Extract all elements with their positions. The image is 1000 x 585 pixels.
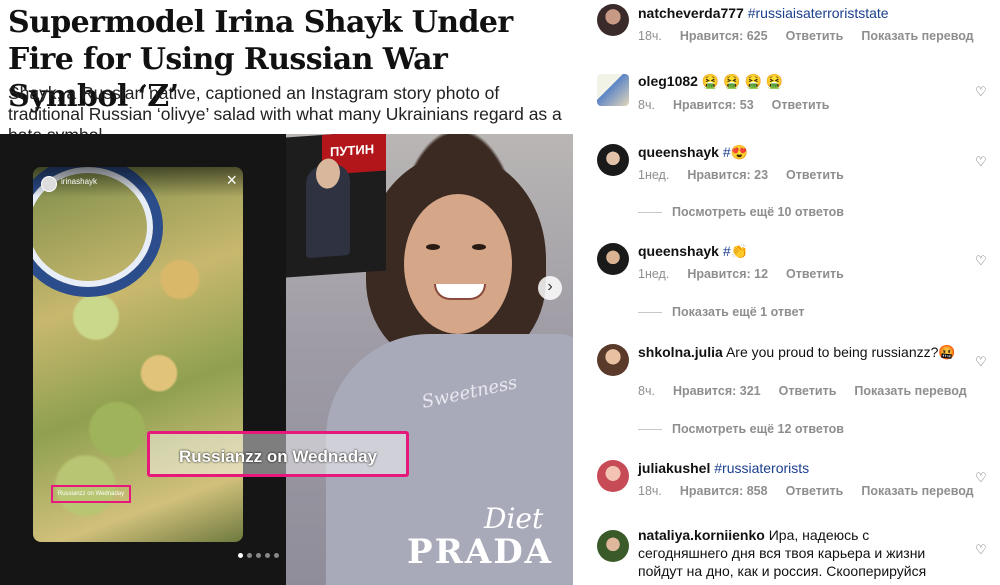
comment-username[interactable]: queenshayk [638,243,719,259]
brand-logo-top: Diet [484,502,544,535]
book-cover: ПУТИН [286,134,386,278]
comment-hashtag[interactable]: #russiaisaterroriststate [748,5,889,21]
face-shape [404,194,512,334]
reply-button[interactable]: Ответить [786,29,844,43]
comment-username[interactable]: juliakushel [638,460,710,476]
reply-divider [638,311,662,313]
eye-left [426,244,440,250]
book-title: ПУТИН [330,141,375,160]
comment-time: 18ч. [638,484,662,498]
view-more-replies-label: Посмотреть ещё 10 ответов [672,205,844,219]
comment-time: 18ч. [638,29,662,43]
reply-button[interactable]: Ответить [786,267,844,281]
heart-outline-icon[interactable]: ♡ [975,542,987,558]
smile-shape [434,284,486,300]
view-more-replies-label: Посмотреть ещё 12 ответов [672,422,844,436]
view-more-replies[interactable]: Посмотреть ещё 10 ответов [638,205,844,219]
heart-outline-icon[interactable]: ♡ [975,154,987,170]
comment-text: natcheverda777 #russiaisaterroriststate [638,4,978,22]
article-panel: Supermodel Irina Shayk Under Fire for Us… [0,0,573,585]
avatar[interactable] [597,344,629,376]
comment-username[interactable]: natcheverda777 [638,5,744,21]
comment-text: queenshayk #😍 [638,143,978,161]
comment-hashtag[interactable]: # [723,243,731,259]
avatar[interactable] [597,243,629,275]
comments-panel: natcheverda777 #russiaisaterroriststate … [573,0,1000,585]
comment-meta: 1нед. Нравится: 12 Ответить [638,267,844,281]
view-more-replies[interactable]: Посмотреть ещё 12 ответов [638,422,844,436]
comment-likes[interactable]: Нравится: 625 [680,29,768,43]
view-more-replies-label: Показать ещё 1 ответ [672,305,805,319]
reply-button[interactable]: Ответить [786,484,844,498]
comment-meta: 18ч. Нравится: 625 Ответить Показать пер… [638,29,974,43]
reply-button[interactable]: Ответить [779,384,837,398]
heart-outline-icon[interactable]: ♡ [975,253,987,269]
story-caption-small: Russianzz on Wednaday [51,485,131,503]
comment-username[interactable]: nataliya.korniienko [638,527,765,543]
avatar[interactable] [597,460,629,492]
comment-likes[interactable]: Нравится: 858 [680,484,768,498]
heart-outline-icon[interactable]: ♡ [975,354,987,370]
comment-text: queenshayk #👏 [638,242,978,260]
comment-hashtag[interactable]: #russiaterorists [714,460,809,476]
comment-likes[interactable]: Нравится: 321 [673,384,761,398]
post-media: irinashayk × Russianzz on Wednaday Russi… [0,134,573,585]
carousel-dot[interactable] [256,553,261,558]
brand-logo-bottom: PRADA [407,532,554,572]
translate-button[interactable]: Показать перевод [861,29,973,43]
eye-right [472,244,486,250]
comment-meta: 8ч. Нравится: 321 Ответить Показать пере… [638,384,967,398]
comment-text: juliakushel #russiaterorists [638,459,978,477]
highlighted-caption: Russianzz on Wednaday [147,431,409,477]
carousel-dot[interactable] [247,553,252,558]
heart-outline-icon[interactable]: ♡ [975,84,987,100]
carousel-dots [238,553,279,558]
comment-username[interactable]: oleg1082 [638,73,698,89]
comment-meta: 1нед. Нравится: 23 Ответить [638,168,844,182]
comment-body: 👏 [730,243,749,259]
comment-time: 8ч. [638,98,655,112]
comment-meta: 18ч. Нравится: 858 Ответить Показать пер… [638,484,974,498]
comment-username[interactable]: queenshayk [638,144,719,160]
translate-button[interactable]: Показать перевод [854,384,966,398]
carousel-dot[interactable] [274,553,279,558]
comment-username[interactable]: shkolna.julia [638,344,723,360]
chevron-right-icon[interactable]: › [538,276,562,300]
carousel-dot[interactable] [238,553,243,558]
carousel-dot[interactable] [265,553,270,558]
comment-likes[interactable]: Нравится: 23 [687,168,768,182]
avatar[interactable] [597,4,629,36]
story-screenshot: irinashayk × Russianzz on Wednaday [33,167,243,542]
story-username: irinashayk [61,177,98,186]
comment-body: 😍 [730,144,749,160]
avatar[interactable] [597,74,629,106]
reply-divider [638,428,662,430]
comment-likes[interactable]: Нравится: 12 [687,267,768,281]
comment-body: Are you proud to being russianzz?🤬 [725,344,956,360]
reply-button[interactable]: Ответить [786,168,844,182]
avatar[interactable] [597,144,629,176]
comment-time: 8ч. [638,384,655,398]
comment-meta: 8ч. Нравится: 53 Ответить [638,98,829,112]
comment-likes[interactable]: Нравится: 53 [673,98,754,112]
comment-text: shkolna.julia Are you proud to being rus… [638,343,958,361]
reply-button[interactable]: Ответить [772,98,830,112]
comment-hashtag[interactable]: # [723,144,731,160]
comment-text: oleg1082 🤮 🤮 🤮 🤮 [638,72,978,90]
comment-time: 1нед. [638,168,670,182]
comment-body: 🤮 🤮 🤮 🤮 [701,73,784,89]
comment-text: nataliya.korniienko Ира, надеюсь с сегод… [638,526,958,580]
comment-time: 1нед. [638,267,670,281]
view-more-replies[interactable]: Показать ещё 1 ответ [638,305,804,319]
reply-divider [638,211,662,213]
story-avatar [41,176,57,192]
translate-button[interactable]: Показать перевод [861,484,973,498]
avatar[interactable] [597,530,629,562]
close-icon: × [226,170,237,190]
heart-outline-icon[interactable]: ♡ [975,470,987,486]
